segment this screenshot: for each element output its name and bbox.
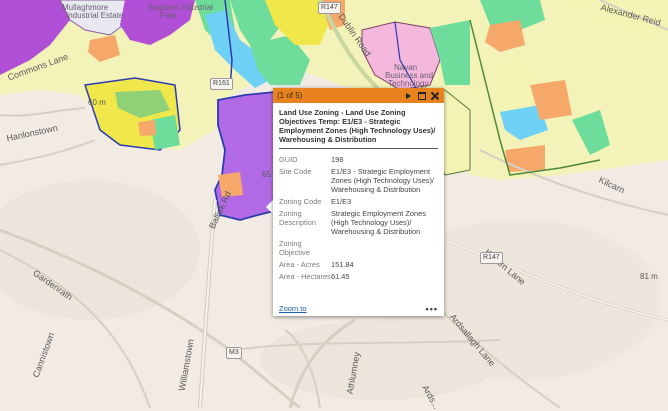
- attribute-row-site-code: Site Code E1/E3 - Strategic Employment Z…: [279, 167, 438, 194]
- popup-body: Land Use Zoning - Land Use Zoning Object…: [273, 103, 444, 281]
- attribute-label: Zoning Description: [279, 209, 316, 227]
- road-shield-r147-north: R147: [318, 2, 341, 14]
- attribute-row-area-hectares: Area - Hectares 61.45: [279, 272, 438, 281]
- popup-title: Land Use Zoning - Land Use Zoning Object…: [279, 108, 438, 149]
- close-icon: [431, 92, 439, 100]
- attribute-row-zoning-code: Zoning Code E1/E3: [279, 197, 438, 206]
- commercial-zone-6[interactable]: [138, 120, 156, 136]
- attribute-label: Area - Acres: [279, 260, 320, 269]
- place-label-mullaghmore-sub: Industrial Estate: [66, 11, 124, 20]
- attribute-value: [331, 239, 438, 257]
- attribute-label: GUID: [279, 155, 298, 164]
- attribute-label: Zoning Code: [279, 197, 322, 206]
- attribute-row-zoning-description: Zoning Description Strategic Employment …: [279, 209, 438, 236]
- open-space-5[interactable]: [440, 60, 470, 85]
- contour-label-4: 81 m: [640, 272, 658, 281]
- close-button[interactable]: [429, 90, 440, 101]
- attribute-label: Zoning Objective: [279, 239, 310, 257]
- feature-popup: (1 of 5) Land Use Zoning - Land Use Zoni…: [273, 88, 444, 316]
- popup-pointer: [266, 200, 273, 214]
- popup-header: (1 of 5): [273, 88, 444, 103]
- maximize-button[interactable]: [416, 90, 427, 101]
- attribute-row-area-acres: Area - Acres 151.84: [279, 260, 438, 269]
- contour-label-2: 65: [262, 170, 271, 179]
- zoom-to-link[interactable]: Zoom to: [279, 304, 426, 313]
- attribute-label: Site Code: [279, 167, 312, 176]
- maximize-icon: [417, 91, 426, 100]
- feature-counter: (1 of 5): [277, 91, 303, 100]
- attribute-row-guid: GUID 198: [279, 155, 438, 164]
- popup-footer: Zoom to •••: [279, 303, 438, 314]
- next-feature-button[interactable]: [403, 90, 414, 101]
- place-label-bogfarm-sub: Park: [160, 11, 177, 20]
- road-shield-m3: M3: [226, 347, 242, 359]
- attribute-value: Strategic Employment Zones (High Technol…: [331, 209, 426, 236]
- attribute-table: GUID 198 Site Code E1/E3 - Strategic Emp…: [279, 155, 438, 281]
- attribute-value: 61.45: [331, 272, 350, 281]
- attribute-value: E1/E3 - Strategic Employment Zones (High…: [331, 167, 434, 194]
- attribute-value: E1/E3: [331, 197, 352, 206]
- more-options-icon[interactable]: •••: [426, 304, 438, 314]
- attribute-value: 198: [331, 155, 344, 164]
- next-arrow-icon: [406, 92, 411, 99]
- road-shield-r161: R161: [210, 78, 233, 90]
- attribute-value: 151.84: [331, 260, 354, 269]
- contour-label-1: 60 m: [88, 98, 106, 107]
- attribute-label: Area - Hectares: [279, 272, 331, 281]
- place-label-technology: Technology: [388, 79, 429, 88]
- attribute-row-zoning-objective: Zoning Objective: [279, 239, 438, 257]
- road-shield-r147-south: R147: [480, 252, 503, 264]
- place-label-bogfarm: Bogfarm Industrial: [148, 3, 213, 12]
